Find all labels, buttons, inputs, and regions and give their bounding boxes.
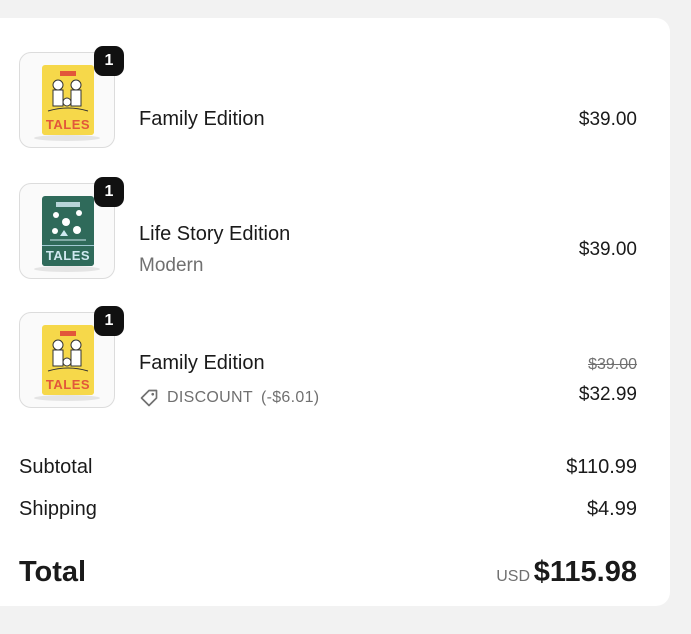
family-edition-box-image: TALES: [42, 325, 94, 395]
quantity-badge: 1: [94, 177, 124, 207]
discount-line: DISCOUNT (-$6.01): [139, 388, 319, 408]
discount-label: DISCOUNT: [167, 389, 253, 406]
total-label: Total: [19, 556, 87, 588]
illustration-icon: [50, 202, 86, 241]
shipping-label: Shipping: [19, 498, 97, 520]
product-price: $39.00: [578, 109, 637, 130]
discount-amount: (-$6.01): [260, 389, 320, 406]
quantity-badge: 1: [94, 306, 124, 336]
total-value: $115.98: [533, 556, 637, 588]
cover-label: TALES: [42, 115, 94, 135]
original-price: $39.00: [588, 356, 637, 373]
product-variant: Modern: [139, 255, 204, 276]
illustration-icon: [47, 71, 89, 112]
illustration-icon: [47, 331, 89, 372]
product-price: $39.00: [578, 239, 637, 260]
subtotal-row: Subtotal $110.99: [19, 456, 637, 479]
line-item: TALES 1 Family Edition $39.00: [19, 46, 637, 150]
product-price: $32.99: [578, 384, 637, 405]
life-story-edition-box-image: TALES: [42, 196, 94, 266]
line-item: TALES 1 Life Story Edition Modern $39.00: [19, 177, 637, 281]
line-item: TALES 1 Family Edition DISCOUNT (-$6.01)…: [19, 306, 637, 410]
shipping-value: $4.99: [586, 498, 637, 520]
quantity-badge: 1: [94, 46, 124, 76]
family-edition-box-image: TALES: [42, 65, 94, 135]
product-name: Family Edition: [139, 108, 265, 130]
cover-label: TALES: [42, 375, 94, 395]
subtotal-label: Subtotal: [19, 456, 93, 478]
currency-code: USD: [496, 568, 530, 585]
cover-label: TALES: [42, 245, 94, 266]
product-name: Family Edition: [139, 352, 265, 374]
tag-icon: [140, 389, 158, 407]
subtotal-value: $110.99: [566, 456, 637, 478]
order-summary-card: TALES 1 Family Edition $39.00 TALES 1 Li…: [0, 18, 670, 606]
shipping-row: Shipping $4.99: [19, 498, 637, 521]
product-name: Life Story Edition: [139, 223, 291, 245]
